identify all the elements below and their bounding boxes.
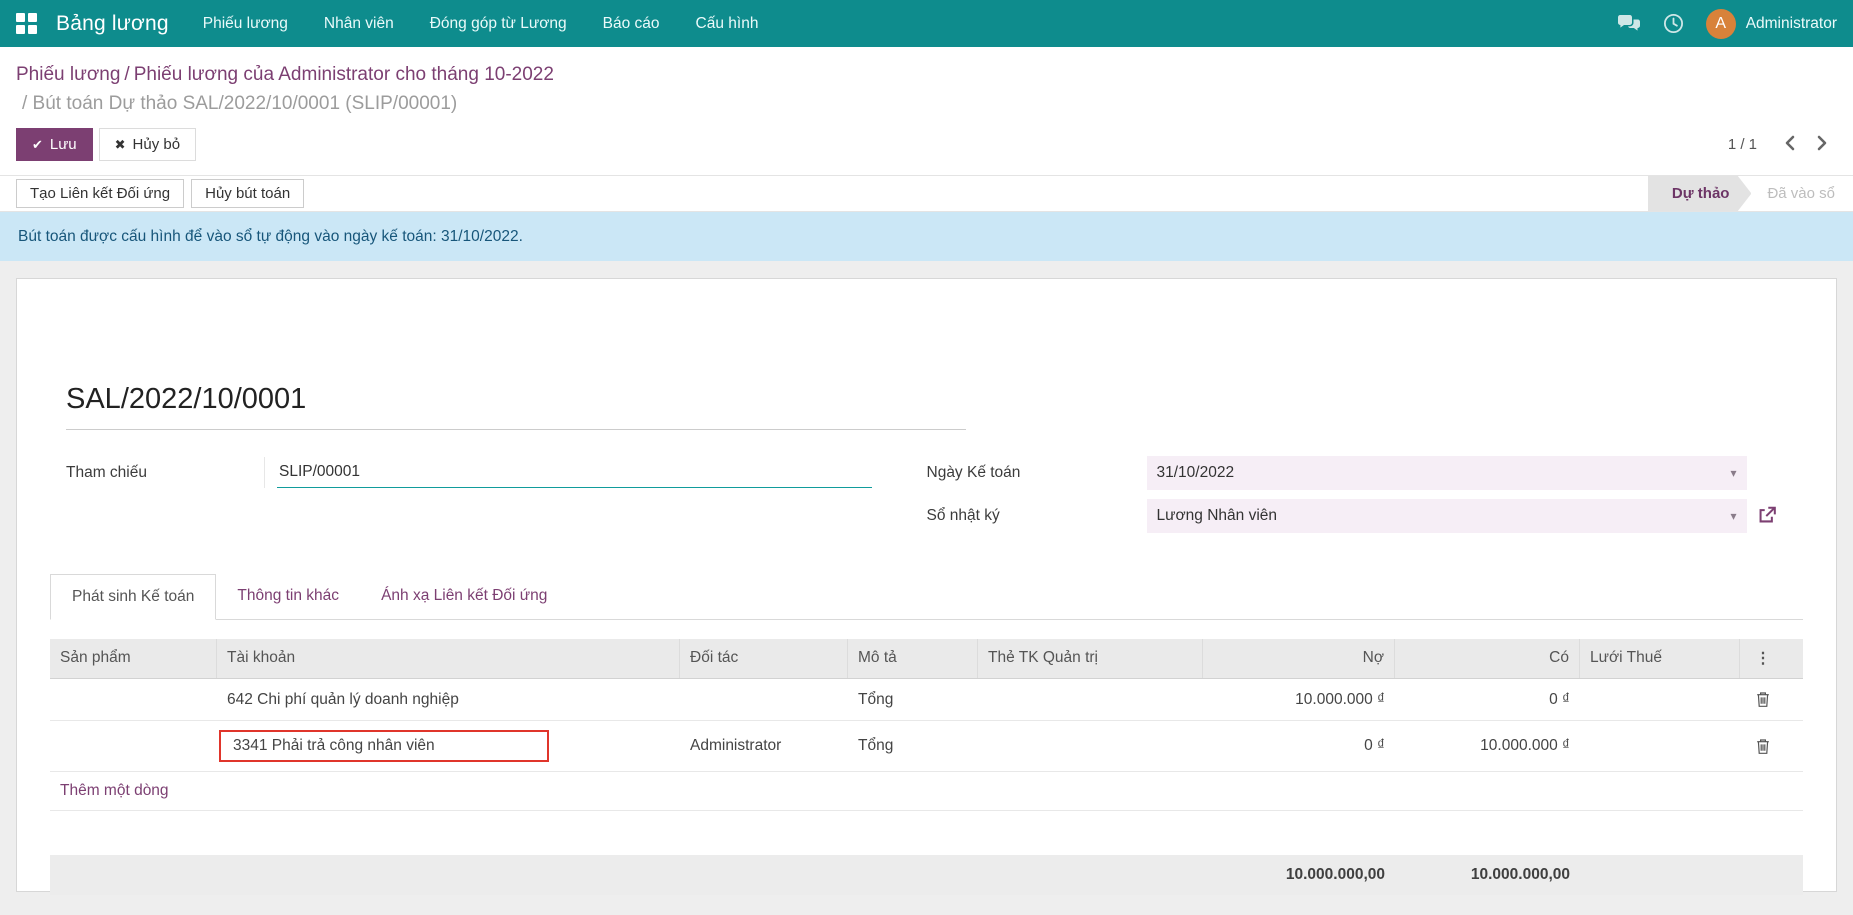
chevron-left-icon [1783, 135, 1797, 151]
col-header-analytic[interactable]: Thẻ TK Quản trị [978, 639, 1203, 678]
pager-previous-button[interactable] [1781, 133, 1799, 156]
add-line-link[interactable]: Thêm một dòng [50, 772, 179, 810]
cell-tax-grid[interactable] [1580, 679, 1740, 720]
apps-grid-icon[interactable] [16, 13, 38, 35]
nav-item-cau-hinh[interactable]: Cấu hình [696, 1, 759, 47]
date-field-input[interactable]: 31/10/2022 ▾ [1147, 456, 1747, 490]
nav-item-phieu-luong[interactable]: Phiếu lương [203, 1, 288, 47]
col-header-product[interactable]: Sản phẩm [50, 639, 217, 678]
action-bar: Tạo Liên kết Đối ứng Hủy bút toán Dự thả… [0, 176, 1853, 212]
table-header-row: Sản phẩm Tài khoản Đối tác Mô tả Thẻ TK … [50, 639, 1803, 679]
info-banner-text: Bút toán được cấu hình để vào sổ tự động… [18, 228, 523, 246]
save-button[interactable]: ✔Lưu [16, 128, 93, 161]
entry-name-title[interactable]: SAL/2022/10/0001 [66, 279, 1787, 416]
notebook-tabs: Phát sinh Kế toán Thông tin khác Ánh xạ … [50, 574, 1803, 620]
dropdown-caret-icon: ▾ [1730, 509, 1736, 523]
totals-row: 10.000.000,00 10.000.000,00 [50, 855, 1803, 895]
status-draft[interactable]: Dự thảo [1648, 176, 1752, 212]
cell-product[interactable] [50, 679, 217, 720]
nav-menu: Phiếu lương Nhân viên Đóng góp từ Lương … [203, 1, 759, 47]
journal-field-input[interactable]: Lương Nhân viên ▾ [1147, 499, 1747, 533]
tab-thong-tin-khac[interactable]: Thông tin khác [216, 574, 360, 619]
ref-field-input[interactable] [277, 457, 872, 488]
cell-label[interactable]: Tổng [848, 679, 978, 720]
cell-debit[interactable]: 10.000.000 ₫ [1203, 679, 1395, 720]
dropdown-caret-icon: ▾ [1730, 466, 1736, 480]
nav-item-bao-cao[interactable]: Báo cáo [603, 1, 660, 47]
cell-partner[interactable] [680, 679, 848, 720]
user-menu[interactable]: Administrator [1746, 15, 1837, 33]
col-header-debit[interactable]: Nợ [1203, 639, 1395, 678]
add-line-row: Thêm một dòng [50, 772, 1803, 811]
cell-analytic[interactable] [978, 679, 1203, 720]
delete-row-button[interactable] [1755, 691, 1771, 708]
journal-field-label: Sổ nhật ký [927, 507, 1147, 525]
content-area: SAL/2022/10/0001 Tham chiếu Ngày Kế toán [0, 261, 1853, 892]
cancel-entry-button[interactable]: Hủy bút toán [191, 179, 304, 208]
statusbar: Dự thảo Đã vào sổ [1648, 176, 1853, 212]
journal-items-table: Sản phẩm Tài khoản Đối tác Mô tả Thẻ TK … [50, 639, 1803, 895]
table-row: 642 Chi phí quản lý doanh nghiệp Tổng 10… [50, 679, 1803, 721]
trash-icon [1755, 738, 1771, 755]
chevron-right-icon [1815, 135, 1829, 151]
col-header-label[interactable]: Mô tả [848, 639, 978, 678]
discard-button[interactable]: ✖Hủy bỏ [99, 128, 196, 161]
cell-credit[interactable]: 10.000.000 ₫ [1395, 721, 1580, 771]
info-banner: Bút toán được cấu hình để vào sổ tự động… [0, 212, 1853, 261]
cell-label[interactable]: Tổng [848, 721, 978, 771]
cell-debit[interactable]: 0 ₫ [1203, 721, 1395, 771]
tab-anh-xa-lien-ket[interactable]: Ánh xạ Liên kết Đối ứng [360, 574, 568, 619]
form-sheet: SAL/2022/10/0001 Tham chiếu Ngày Kế toán [16, 278, 1837, 892]
cell-product[interactable] [50, 721, 217, 771]
journal-external-link-icon[interactable] [1757, 506, 1776, 525]
cell-account[interactable]: 3341 Phải trả công nhân viên [217, 721, 680, 771]
table-row: 3341 Phải trả công nhân viên Administrat… [50, 721, 1803, 772]
control-panel: Phiếu lương/Phiếu lương của Administrato… [0, 47, 1853, 176]
app-name[interactable]: Bảng lương [56, 12, 169, 36]
trash-icon [1755, 691, 1771, 708]
col-header-tax-grid[interactable]: Lưới Thuế [1580, 639, 1740, 678]
top-navbar: Bảng lương Phiếu lương Nhân viên Đóng gó… [0, 0, 1853, 47]
status-posted[interactable]: Đã vào sổ [1751, 176, 1853, 212]
cell-tax-grid[interactable] [1580, 721, 1740, 771]
delete-row-button[interactable] [1755, 738, 1771, 755]
user-avatar[interactable]: A [1706, 9, 1736, 39]
ref-field-label: Tham chiếu [66, 464, 264, 482]
create-counterpart-button[interactable]: Tạo Liên kết Đối ứng [16, 179, 184, 208]
messages-icon[interactable] [1617, 14, 1641, 33]
col-header-partner[interactable]: Đối tác [680, 639, 848, 678]
col-header-credit[interactable]: Có [1395, 639, 1580, 678]
breadcrumb: Phiếu lương/Phiếu lương của Administrato… [16, 60, 1837, 89]
breadcrumb-separator: / [120, 64, 133, 85]
pager-next-button[interactable] [1813, 133, 1831, 156]
total-credit: 10.000.000,00 [1395, 855, 1580, 895]
nav-item-nhan-vien[interactable]: Nhân viên [324, 1, 394, 47]
nav-item-dong-gop[interactable]: Đóng góp từ Lương [430, 1, 567, 47]
title-underline [66, 429, 966, 430]
date-field-label: Ngày Kế toán [927, 464, 1147, 482]
breadcrumb-current: / Bút toán Dự thảo SAL/2022/10/0001 (SLI… [16, 89, 1837, 118]
cell-analytic[interactable] [978, 721, 1203, 771]
breadcrumb-link-phieu-luong[interactable]: Phiếu lương [16, 64, 120, 85]
pager-count: 1 / 1 [1728, 136, 1757, 153]
cell-partner[interactable]: Administrator [680, 721, 848, 771]
col-header-account[interactable]: Tài khoản [217, 639, 680, 678]
cell-account[interactable]: 642 Chi phí quản lý doanh nghiệp [217, 679, 680, 720]
optional-columns-icon[interactable]: ⋮ [1740, 639, 1786, 678]
close-icon: ✖ [115, 137, 126, 152]
pager: 1 / 1 [1728, 133, 1837, 156]
tab-phat-sinh-ke-toan[interactable]: Phát sinh Kế toán [50, 574, 216, 620]
breadcrumb-link-payslip[interactable]: Phiếu lương của Administrator cho tháng … [134, 64, 554, 85]
highlight-annotation-box: 3341 Phải trả công nhân viên [219, 730, 549, 762]
total-debit: 10.000.000,00 [1203, 855, 1395, 895]
check-icon: ✔ [32, 137, 43, 152]
activities-clock-icon[interactable] [1663, 13, 1684, 34]
cell-credit[interactable]: 0 ₫ [1395, 679, 1580, 720]
